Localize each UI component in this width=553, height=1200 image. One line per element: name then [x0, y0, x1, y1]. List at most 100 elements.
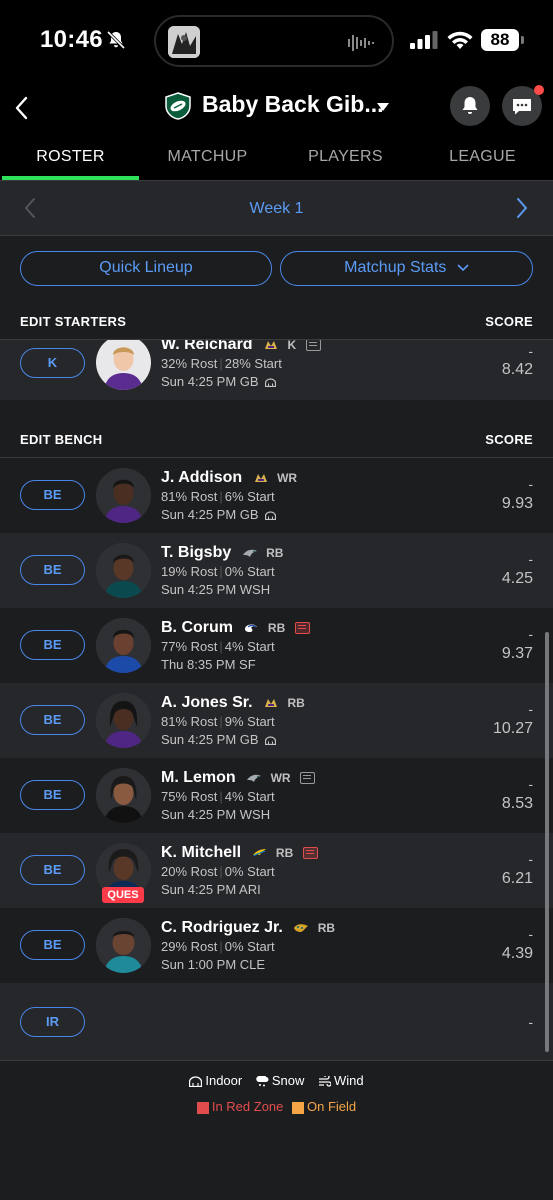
eagles-logo-icon: [242, 549, 257, 557]
bench-row[interactable]: BE B. Corum RB 77% Rost | 4% Start Thu 8:3…: [0, 608, 553, 683]
bench-row[interactable]: BE C. Rodriguez Jr. RB 29% Rost | 0% Start…: [0, 908, 553, 983]
player-name[interactable]: C. Rodriguez Jr.: [161, 919, 283, 936]
legend-snow: Snow: [256, 1073, 305, 1088]
lineup-slot-button[interactable]: BE: [20, 705, 85, 735]
snow-cloud-icon: [256, 1076, 269, 1087]
rams-logo-icon: [245, 624, 258, 632]
projected-score: 9.37: [501, 645, 533, 662]
news-alert-icon[interactable]: [302, 846, 318, 859]
projected-score: 6.21: [501, 870, 533, 887]
chevron-down-icon: [457, 264, 469, 271]
lineup-slot-button[interactable]: BE: [20, 555, 85, 585]
player-avatar: [96, 468, 151, 523]
actual-score: -: [528, 476, 533, 492]
starters-title: EDIT STARTERS: [20, 314, 127, 329]
bench-row[interactable]: BE QUES K. Mitchell RB 20% Rost | 0% Start…: [0, 833, 553, 908]
player-avatar: [96, 618, 151, 673]
scrollbar[interactable]: [545, 632, 549, 1052]
back-chevron-icon[interactable]: [10, 90, 38, 126]
ir-row[interactable]: IR -: [0, 983, 553, 1060]
unread-badge: [534, 85, 544, 95]
team-name[interactable]: Baby Back Gib...: [202, 91, 384, 118]
tab-matchup[interactable]: MATCHUP: [139, 148, 276, 166]
player-name[interactable]: K. Mitchell: [161, 844, 241, 861]
player-avatar: [96, 918, 151, 973]
rostered-pct: 20% Rost: [161, 864, 218, 879]
player-position: WR: [277, 470, 298, 485]
actual-score: -: [528, 343, 533, 359]
quick-lineup-button[interactable]: Quick Lineup: [20, 251, 272, 286]
projected-score: 8.42: [501, 361, 533, 378]
news-icon[interactable]: [305, 340, 321, 351]
game-line: Sun 4:25 PM WSH: [161, 582, 270, 597]
chargers-logo-icon: [253, 848, 267, 857]
team-logo-icon: [165, 92, 191, 120]
bell-muted-icon: [106, 30, 126, 50]
notification-bell-icon: [462, 97, 478, 114]
matchup-stats-button[interactable]: Matchup Stats: [280, 251, 533, 286]
player-position: K: [287, 340, 297, 352]
ir-slot-button[interactable]: IR: [20, 1007, 85, 1037]
game-time: Sun 4:25 PM WSH: [161, 807, 271, 822]
projected-score: 4.25: [501, 570, 533, 587]
player-name-row: K. Mitchell RB: [161, 844, 318, 862]
player-name[interactable]: M. Lemon: [161, 769, 236, 786]
team-dropdown-caret-icon[interactable]: [376, 102, 390, 112]
injury-status-badge: QUES: [102, 887, 144, 903]
rostered-pct: 77% Rost: [161, 639, 218, 654]
lineup-slot-button[interactable]: K: [20, 348, 85, 378]
projected-score: 4.39: [501, 945, 533, 962]
ownership-line: 20% Rost | 0% Start: [161, 864, 275, 879]
cellular-signal-icon: [410, 31, 438, 49]
player-name[interactable]: B. Corum: [161, 619, 233, 636]
notifications-button[interactable]: [450, 86, 490, 126]
lineup-slot-button[interactable]: BE: [20, 630, 85, 660]
lineup-slot-button[interactable]: BE: [20, 930, 85, 960]
ir-score: -: [528, 1014, 533, 1030]
ownership-line: 29% Rost | 0% Start: [161, 939, 275, 954]
tab-league[interactable]: LEAGUE: [414, 148, 551, 166]
player-name[interactable]: W. Reichard: [161, 340, 253, 353]
tab-roster[interactable]: ROSTER: [2, 148, 139, 166]
messages-button[interactable]: [502, 85, 544, 126]
vikings-logo-icon: [265, 340, 278, 349]
tab-bar: ROSTER MATCHUP PLAYERS LEAGUE: [0, 140, 553, 180]
indoor-dome-icon: [189, 1076, 203, 1088]
actual-score: -: [528, 626, 533, 642]
ownership-line: 81% Rost | 9% Start: [161, 714, 275, 729]
bench-row[interactable]: BE J. Addison WR 81% Rost | 6% Start Sun 4…: [0, 458, 553, 533]
player-name[interactable]: A. Jones Sr.: [161, 694, 253, 711]
dynamic-island[interactable]: [154, 15, 394, 67]
player-avatar: [96, 768, 151, 823]
news-icon[interactable]: [300, 771, 316, 784]
bench-score-label: SCORE: [485, 432, 533, 447]
started-pct: 9% Start: [224, 714, 275, 729]
bench-row[interactable]: BE T. Bigsby RB 19% Rost | 0% Start Sun 4:…: [0, 533, 553, 608]
status-bar: 10:46 88: [0, 0, 553, 82]
started-pct: 4% Start: [224, 639, 275, 654]
player-name[interactable]: T. Bigsby: [161, 544, 231, 561]
tab-players[interactable]: PLAYERS: [277, 148, 414, 166]
player-avatar: [96, 693, 151, 748]
lineup-slot-button[interactable]: BE: [20, 780, 85, 810]
bench-row[interactable]: BE A. Jones Sr. RB 81% Rost | 9% Start Sun…: [0, 683, 553, 758]
news-alert-icon[interactable]: [294, 621, 310, 634]
lineup-slot-button[interactable]: BE: [20, 480, 85, 510]
week-label[interactable]: Week 1: [0, 200, 553, 218]
next-week-chevron-icon[interactable]: [514, 196, 530, 220]
legend-snow-label: Snow: [271, 1073, 305, 1088]
player-avatar: [96, 543, 151, 598]
vikings-logo-icon: [254, 473, 267, 482]
starter-row-kicker[interactable]: K W. Reichard K 32% Rost | 28% Start Sun 4…: [0, 340, 553, 400]
indoor-dome-icon: [265, 736, 277, 746]
actual-score: -: [528, 926, 533, 942]
player-position: RB: [267, 620, 286, 635]
legend-on-field-label: On Field: [307, 1099, 357, 1114]
player-name[interactable]: J. Addison: [161, 469, 242, 486]
bench-row[interactable]: BE M. Lemon WR 75% Rost | 4% Start Sun 4:2…: [0, 758, 553, 833]
starters-header: EDIT STARTERS SCORE: [0, 302, 553, 340]
weather-legend: Indoor Snow Wind: [0, 1073, 553, 1088]
game-time: Sun 4:25 PM GB: [161, 507, 259, 522]
lineup-slot-button[interactable]: BE: [20, 855, 85, 885]
audio-waveform-icon: [348, 35, 374, 51]
